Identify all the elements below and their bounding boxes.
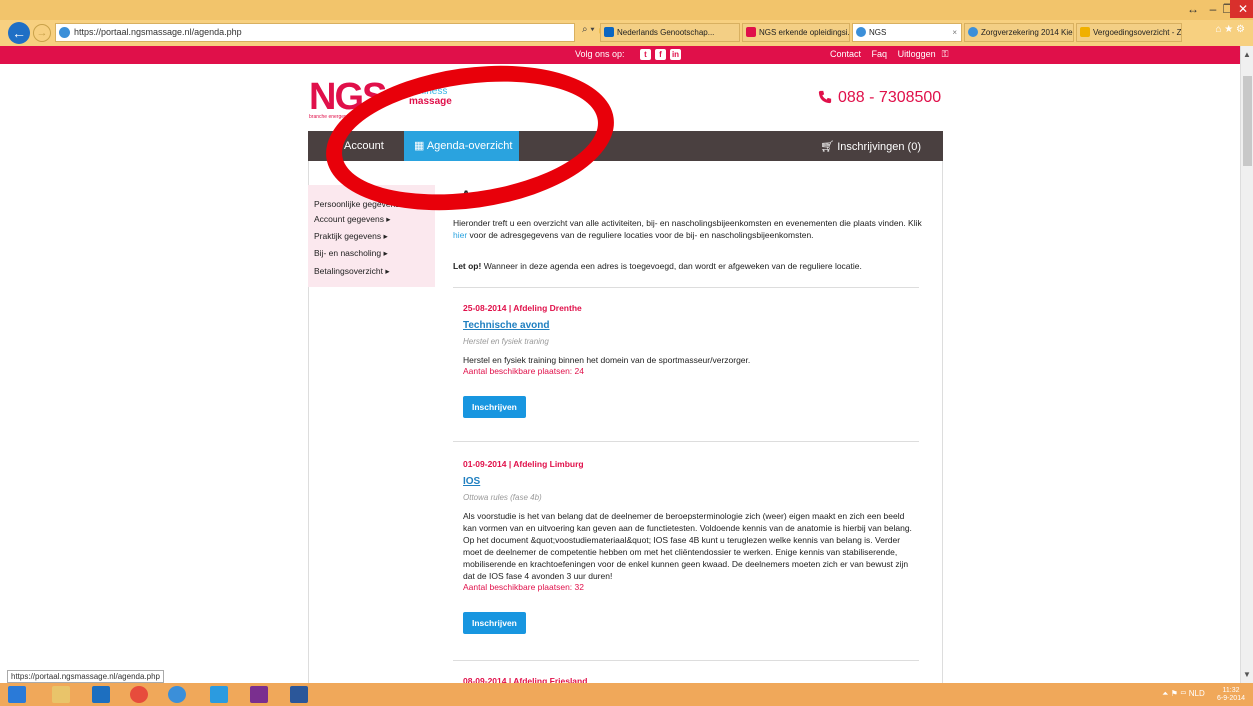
event-places: Aantal beschikbare plaatsen: 24 — [463, 366, 584, 376]
ie-icon[interactable] — [168, 686, 186, 703]
tab-vergoedingsoverzicht[interactable]: Vergoedingsoverzicht - Z... — [1076, 23, 1182, 42]
back-arrow-icon[interactable]: ← — [8, 22, 30, 44]
ie-tab-icon — [968, 27, 978, 37]
inschrijven-button[interactable]: Inschrijven — [463, 396, 526, 418]
sidebar-item-praktijk[interactable]: Praktijk gegevens ▸ — [314, 231, 388, 242]
vertical-scrollbar[interactable]: ▲ ▼ — [1240, 46, 1253, 683]
app-icon[interactable] — [210, 686, 228, 703]
phone-icon — [818, 90, 832, 104]
outlook-icon[interactable] — [92, 686, 110, 703]
follow-label: Volg ons op: — [575, 49, 625, 59]
event-title-link[interactable]: Technische avond — [463, 320, 918, 331]
browser-titlebar: ↔ – ❐ ✕ — [0, 0, 1253, 20]
contact-link[interactable]: Contact — [830, 49, 861, 59]
system-tray: ⏶ ⚑ ▭ NLD 11:32 6-9-2014 — [1162, 687, 1245, 703]
language[interactable]: NLD — [1189, 689, 1205, 698]
linkedin-tab-icon — [604, 27, 614, 37]
start-icon[interactable] — [8, 686, 26, 703]
sidebar-item-persoonlijke[interactable]: Persoonlijke gegevens — [314, 199, 400, 209]
event-places: Aantal beschikbare plaatsen: 32 — [463, 582, 584, 592]
sidebar-item-nascholing[interactable]: Bij- en nascholing ▸ — [314, 248, 388, 259]
status-url: https://portaal.ngsmassage.nl/agenda.php — [7, 670, 164, 683]
nav-agenda-overzicht[interactable]: ▦ Agenda-overzicht — [404, 131, 519, 173]
cart-icon: 🛒︎ — [820, 141, 838, 153]
close-tab-icon[interactable]: × — [952, 24, 957, 41]
main-nav: Account ▦ Agenda-overzicht 🛒︎ Inschrijvi… — [308, 131, 943, 173]
linkedin-icon[interactable]: in — [670, 49, 681, 60]
divider — [453, 441, 919, 442]
logout-link[interactable]: Uitloggen — [898, 49, 936, 59]
close-window-icon[interactable]: ✕ — [1230, 0, 1253, 18]
inschrijven-button[interactable]: Inschrijven — [463, 612, 526, 634]
scroll-down-icon[interactable]: ▼ — [1243, 670, 1251, 679]
address-bar[interactable]: https://portaal.ngsmassage.nl/agenda.php — [55, 23, 575, 42]
twitter-icon[interactable]: t — [640, 49, 651, 60]
tab-zorgverzekering[interactable]: Zorgverzekering 2014 Kie... — [964, 23, 1074, 42]
event-subtitle: Ottowa rules (fase 4b) — [463, 493, 542, 502]
facebook-icon[interactable]: f — [655, 49, 666, 60]
sidebar-item-betalingen[interactable]: Betalingsoverzicht ▸ — [314, 266, 390, 277]
app-icon[interactable] — [250, 686, 268, 703]
tab-nederlands-genootschap[interactable]: Nederlands Genootschap... — [600, 23, 740, 42]
forward-arrow-icon[interactable]: → — [33, 24, 51, 42]
nav-account[interactable]: Account — [344, 140, 384, 152]
intro-text: Hieronder treft u een overzicht van alle… — [453, 218, 922, 240]
clock[interactable]: 11:32 6-9-2014 — [1217, 687, 1245, 703]
tab-ngs-erkende[interactable]: NGS erkende opleidingsi... — [742, 23, 850, 42]
event-description: Herstel en fysiek training binnen het do… — [463, 355, 751, 365]
word-icon[interactable] — [290, 686, 308, 703]
tab-ngs-active[interactable]: NGS × — [852, 23, 962, 42]
ie-page-icon — [59, 27, 70, 38]
key-icon: ⚿ — [941, 49, 949, 59]
nav-inschrijvingen[interactable]: 🛒︎ Inschrijvingen (0) — [820, 140, 921, 153]
ie-tab-icon — [856, 27, 866, 37]
page-title: Agenda — [461, 187, 513, 203]
explorer-icon[interactable] — [52, 686, 70, 703]
letop-notice: Let op! Wanneer in deze agenda een adres… — [453, 261, 862, 271]
divider — [453, 287, 919, 288]
windows-taskbar: ⏶ ⚑ ▭ NLD 11:32 6-9-2014 — [0, 683, 1253, 706]
event-date: 25-08-2014 | Afdeling Drenthe — [463, 303, 582, 313]
chrome-icon[interactable] — [130, 686, 148, 703]
home-star-gear-icons[interactable]: ⌂ ★ ⚙ — [1215, 24, 1245, 35]
tray-icons[interactable]: ⏶ ⚑ ▭ — [1162, 689, 1189, 698]
event-subtitle: Herstel en fysiek traning — [463, 337, 549, 346]
event-title-link[interactable]: IOS — [463, 476, 918, 487]
account-sidebar: Persoonlijke gegevens Account gegevens ▸… — [308, 185, 435, 287]
event-description: Als voorstudie is het van belang dat de … — [463, 511, 912, 581]
ngs-logo[interactable]: NGS wellness massage branche energenfedi… — [309, 76, 469, 120]
event-item: 25-08-2014 | Afdeling Drenthe Technische… — [463, 303, 918, 418]
scroll-thumb[interactable] — [1243, 76, 1252, 166]
site-topbar: Volg ons op: t f in Contact Faq Uitlogge… — [0, 46, 1253, 64]
scroll-up-icon[interactable]: ▲ — [1243, 50, 1251, 59]
phone-number: 088 - 7308500 — [818, 89, 941, 107]
divider — [453, 660, 919, 661]
hier-link[interactable]: hier — [453, 230, 467, 240]
calendar-icon: ▦ — [414, 140, 427, 152]
event-item: 01-09-2014 | Afdeling Limburg IOS Ottowa… — [463, 459, 918, 634]
address-row: ← → https://portaal.ngsmassage.nl/agenda… — [0, 20, 1253, 46]
event-date: 01-09-2014 | Afdeling Limburg — [463, 459, 584, 469]
folder-tab-icon — [1080, 27, 1090, 37]
address-url: https://portaal.ngsmassage.nl/agenda.php — [74, 27, 242, 37]
ngs-tab-icon — [746, 27, 756, 37]
sidebar-item-account[interactable]: Account gegevens ▸ — [314, 214, 391, 225]
faq-link[interactable]: Faq — [872, 49, 888, 59]
